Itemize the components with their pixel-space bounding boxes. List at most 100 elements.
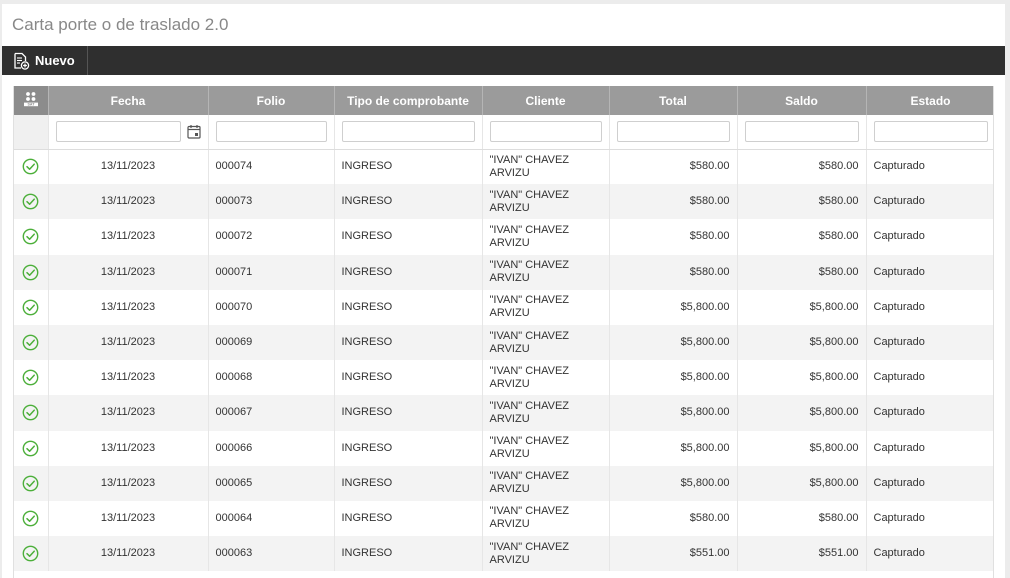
check-circle-icon: [22, 440, 39, 457]
calendar-icon[interactable]: [186, 124, 201, 139]
sat-column-header[interactable]: SAT: [14, 86, 49, 115]
cell-fecha: 13/11/2023: [48, 289, 209, 325]
main-panel: Carta porte o de traslado 2.0 Nuevo SAT …: [2, 4, 1005, 578]
cell-fecha: 13/11/2023: [48, 430, 209, 466]
row-status-cell: [14, 219, 49, 255]
cell-saldo: $5,800.00: [737, 395, 867, 431]
row-status-cell: [14, 395, 49, 431]
column-header-folio[interactable]: Folio: [208, 86, 335, 115]
cell-fecha: 13/11/2023: [48, 465, 209, 501]
column-header-total[interactable]: Total: [609, 86, 738, 115]
cell-total: $580.00: [609, 149, 738, 185]
check-circle-icon: [22, 228, 39, 245]
row-status-cell: [14, 500, 49, 537]
row-status-cell: [14, 184, 49, 220]
column-header-cliente[interactable]: Cliente: [482, 86, 610, 115]
table-row[interactable]: 13/11/2023 000072 INGRESO "IVAN" CHAVEZ ARV…: [14, 219, 993, 255]
sat-icon: SAT: [22, 90, 40, 108]
cell-tipo: INGRESO: [334, 395, 483, 431]
cell-saldo: $580.00: [737, 149, 867, 185]
column-header-fecha[interactable]: Fecha: [48, 86, 209, 115]
cell-folio: 000068: [208, 360, 335, 396]
cell-folio: 000064: [208, 500, 335, 537]
row-status-cell: [14, 149, 49, 185]
table-row[interactable]: 13/11/2023 000074 INGRESO "IVAN" CHAVEZ ARV…: [14, 149, 993, 185]
cell-saldo: $5,800.00: [737, 360, 867, 396]
nuevo-button-label: Nuevo: [35, 53, 75, 68]
filter-cliente-input[interactable]: [489, 121, 602, 143]
cell-total: $580.00: [609, 254, 738, 290]
table-row[interactable]: 13/11/2023 000066 INGRESO "IVAN" CHAVEZ ARV…: [14, 430, 993, 466]
check-circle-icon: [22, 193, 39, 210]
nuevo-button[interactable]: Nuevo: [2, 46, 88, 75]
filter-estado-input[interactable]: [873, 121, 988, 143]
check-circle-icon: [22, 545, 39, 562]
cell-cliente: "IVAN" CHAVEZ ARVIZU: [482, 465, 610, 501]
cell-total: $5,800.00: [609, 395, 738, 431]
table-row[interactable]: 13/11/2023 000069 INGRESO "IVAN" CHAVEZ ARV…: [14, 324, 993, 361]
cell-tipo: INGRESO: [334, 254, 483, 290]
filter-cell-fecha: [48, 115, 209, 150]
cell-saldo: $5,800.00: [737, 289, 867, 325]
cell-cliente: "IVAN" CHAVEZ ARVIZU: [482, 430, 610, 466]
filter-cell-saldo: [737, 115, 867, 150]
document-add-icon: [12, 52, 30, 70]
toolbar: Nuevo: [2, 46, 1005, 75]
cell-total: $580.00: [609, 219, 738, 255]
check-circle-icon: [22, 334, 39, 351]
check-circle-icon: [22, 264, 39, 281]
cell-saldo: $580.00: [737, 219, 867, 255]
filter-folio-input[interactable]: [215, 121, 327, 143]
cell-total: $5,800.00: [609, 324, 738, 361]
cell-cliente: "IVAN" CHAVEZ ARVIZU: [482, 184, 610, 220]
filter-saldo-input[interactable]: [744, 121, 859, 143]
table-row[interactable]: 13/11/2023 000068 INGRESO "IVAN" CHAVEZ ARV…: [14, 360, 993, 396]
cell-saldo: $580.00: [737, 500, 867, 537]
cell-tipo: INGRESO: [334, 465, 483, 501]
cell-tipo: INGRESO: [334, 149, 483, 185]
cell-folio: 000071: [208, 254, 335, 290]
cell-total: $5,800.00: [609, 430, 738, 466]
filter-tipo-input[interactable]: [341, 121, 475, 143]
cell-folio: 000072: [208, 219, 335, 255]
cell-estado: Capturado: [866, 360, 993, 396]
table-row[interactable]: 13/11/2023 000065 INGRESO "IVAN" CHAVEZ ARV…: [14, 465, 993, 501]
filter-cell-estado: [866, 115, 993, 150]
page-title: Carta porte o de traslado 2.0: [12, 15, 229, 34]
cell-fecha: 13/11/2023: [48, 149, 209, 185]
filter-cell-total: [609, 115, 738, 150]
table-row[interactable]: 13/11/2023 000064 INGRESO "IVAN" CHAVEZ ARV…: [14, 500, 993, 537]
cell-cliente: "IVAN" CHAVEZ ARVIZU: [482, 536, 610, 572]
column-header-tipo[interactable]: Tipo de comprobante: [334, 86, 483, 115]
cell-tipo: INGRESO: [334, 324, 483, 361]
cell-total: $5,800.00: [609, 360, 738, 396]
cell-folio: 000073: [208, 184, 335, 220]
row-status-cell: [14, 465, 49, 501]
svg-text:SAT: SAT: [27, 103, 35, 107]
row-status-cell: [14, 536, 49, 572]
table-row[interactable]: 13/11/2023 000073 INGRESO "IVAN" CHAVEZ ARV…: [14, 184, 993, 220]
filter-cell-cliente: [482, 115, 610, 150]
check-circle-icon: [22, 510, 39, 527]
cell-cliente: "IVAN" CHAVEZ ARVIZU: [482, 254, 610, 290]
table-row[interactable]: 13/11/2023 000063 INGRESO "IVAN" CHAVEZ ARV…: [14, 536, 993, 572]
cell-cliente: "IVAN" CHAVEZ ARVIZU: [482, 324, 610, 361]
cell-cliente: "IVAN" CHAVEZ ARVIZU: [482, 500, 610, 537]
cell-saldo: $5,800.00: [737, 465, 867, 501]
cell-saldo: $5,800.00: [737, 430, 867, 466]
table-row[interactable]: 13/11/2023 000070 INGRESO "IVAN" CHAVEZ ARV…: [14, 289, 993, 325]
cell-tipo: INGRESO: [334, 219, 483, 255]
filter-cell-sat: [14, 115, 49, 150]
column-header-estado[interactable]: Estado: [866, 86, 993, 115]
table-row[interactable]: 13/11/2023 000067 INGRESO "IVAN" CHAVEZ ARV…: [14, 395, 993, 431]
check-circle-icon: [22, 369, 39, 386]
cell-estado: Capturado: [866, 430, 993, 466]
cell-cliente: "IVAN" CHAVEZ ARVIZU: [482, 149, 610, 185]
cell-folio: 000069: [208, 324, 335, 361]
filter-total-input[interactable]: [616, 121, 730, 143]
table-row[interactable]: 13/11/2023 000071 INGRESO "IVAN" CHAVEZ ARV…: [14, 254, 993, 290]
cell-fecha: 13/11/2023: [48, 536, 209, 572]
cell-fecha: 13/11/2023: [48, 500, 209, 537]
filter-fecha-input[interactable]: [55, 121, 181, 143]
column-header-saldo[interactable]: Saldo: [737, 86, 867, 115]
